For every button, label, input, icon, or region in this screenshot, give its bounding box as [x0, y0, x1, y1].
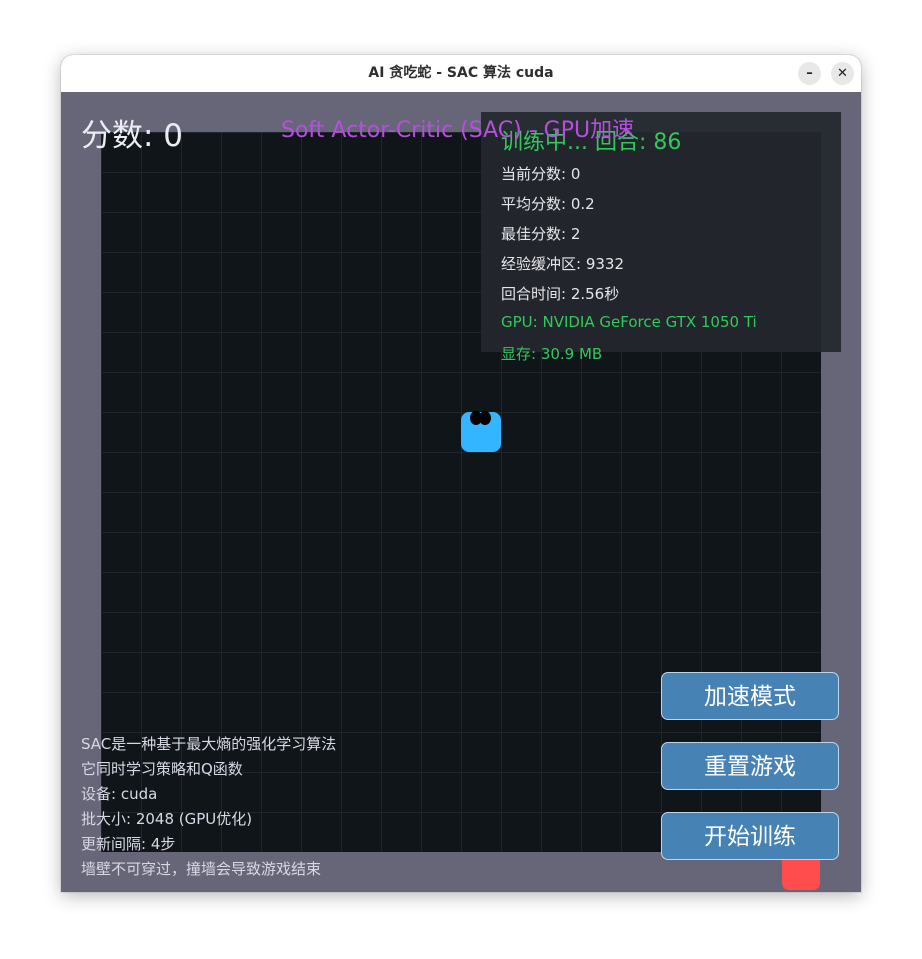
- app-window: AI 贪吃蛇 - SAC 算法 cuda – ✕ 分数: 0 训练中... 回合…: [61, 55, 861, 892]
- title-bar: AI 贪吃蛇 - SAC 算法 cuda – ✕: [61, 55, 861, 93]
- start-training-button[interactable]: 开始训练: [661, 812, 839, 860]
- score-label: 分数: 0: [81, 118, 184, 154]
- speed-mode-button[interactable]: 加速模式: [661, 672, 839, 720]
- current-score: 当前分数: 0: [501, 165, 581, 183]
- vram-usage: 显存: 30.9 MB: [501, 345, 603, 363]
- close-button[interactable]: ✕: [831, 62, 854, 85]
- info-line-6: 墙壁不可穿过，撞墙会导致游戏结束: [81, 860, 322, 878]
- minimize-button[interactable]: –: [798, 62, 821, 85]
- stats-panel: 训练中... 回合: 86 当前分数: 0 平均分数: 0.2 最佳分数: 2 …: [481, 112, 841, 363]
- snake-eye-right: [479, 411, 491, 425]
- info-line-3: 设备: cuda: [81, 785, 158, 803]
- replay-buffer: 经验缓冲区: 9332: [501, 255, 624, 273]
- snake-head: [461, 411, 501, 452]
- info-line-4: 批大小: 2048 (GPU优化): [81, 810, 253, 828]
- best-score: 最佳分数: 2: [501, 225, 581, 243]
- gpu-name: GPU: NVIDIA GeForce GTX 1050 Ti: [501, 313, 757, 331]
- info-line-5: 更新间隔: 4步: [81, 835, 176, 853]
- info-line-2: 它同时学习策略和Q函数: [81, 760, 243, 778]
- algorithm-subtitle: Soft Actor-Critic (SAC) - GPU加速: [281, 118, 635, 143]
- episode-time: 回合时间: 2.56秒: [501, 285, 620, 303]
- game-canvas: 分数: 0 训练中... 回合: 86 当前分数: 0 平均分数: 0.2 最佳…: [61, 92, 861, 892]
- reset-game-button[interactable]: 重置游戏: [661, 742, 839, 790]
- window-title: AI 贪吃蛇 - SAC 算法 cuda: [368, 65, 554, 81]
- info-line-1: SAC是一种基于最大熵的强化学习算法: [81, 735, 337, 753]
- average-score: 平均分数: 0.2: [501, 195, 595, 213]
